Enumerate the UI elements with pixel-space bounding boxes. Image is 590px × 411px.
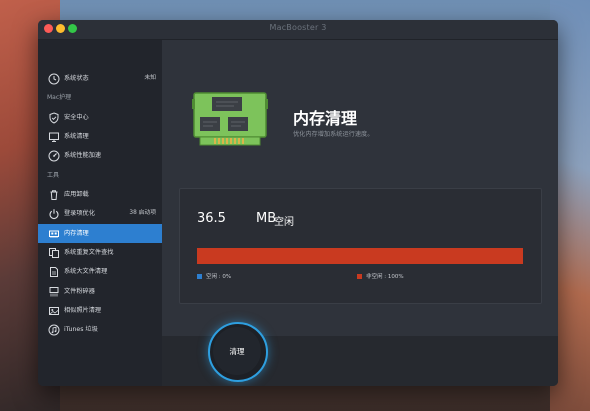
sidebar-item-label: 内存清理 — [64, 230, 89, 237]
sidebar-item-label: 文件粉碎器 — [64, 288, 95, 295]
sidebar-item-duplicate-files[interactable]: 系统重复文件查找 — [38, 243, 162, 262]
clean-button[interactable]: 清理 — [213, 327, 261, 375]
section-tools: 工具 — [47, 172, 60, 179]
sidebar-item-app-uninstall[interactable]: 应用卸载 — [38, 185, 162, 204]
power-icon — [47, 207, 60, 220]
shredder-icon — [47, 285, 60, 298]
section-mac-care: Mac护理 — [47, 94, 72, 101]
sidebar-item-performance[interactable]: 系统性能加速 — [38, 146, 162, 165]
sidebar: 系统状态 未知 Mac护理 安全中心 系统清理 系统性能加速 工具 应用卸载 登… — [38, 40, 162, 386]
monitor-icon — [47, 130, 60, 143]
photo-icon — [47, 304, 60, 317]
free-swatch — [197, 274, 202, 279]
sidebar-item-label: 系统性能加速 — [64, 152, 102, 159]
sidebar-item-memory-clean[interactable]: 内存清理 — [38, 224, 162, 243]
window-title: MacBooster 3 — [269, 23, 327, 32]
memory-usage-bar — [197, 248, 523, 264]
sidebar-item-label: 登录项优化 — [64, 210, 95, 217]
legend-free-label: 空闲 : 0% — [206, 274, 232, 280]
sidebar-item-label: 安全中心 — [64, 114, 89, 121]
duplicate-icon — [47, 246, 60, 259]
legend-used: 非空闲 : 100% — [357, 272, 404, 280]
speed-icon — [47, 149, 60, 162]
music-icon — [47, 323, 60, 336]
sidebar-item-security[interactable]: 安全中心 — [38, 108, 162, 127]
legend-free: 空闲 : 0% — [197, 272, 231, 280]
shield-icon — [47, 111, 60, 124]
sidebar-item-system-status[interactable]: 系统状态 未知 — [38, 69, 162, 88]
memory-status-panel: 36.5 MB 空闲 空闲 : 0% 非空闲 : 100% — [179, 188, 542, 304]
page-title: 内存清理 — [293, 109, 358, 128]
sidebar-item-shredder[interactable]: 文件粉碎器 — [38, 282, 162, 301]
files-icon — [47, 265, 60, 278]
sidebar-item-login-items[interactable]: 登录项优化 38 启动项 — [38, 204, 162, 223]
sidebar-item-similar-photos[interactable]: 相似照片清理 — [38, 301, 162, 320]
memory-icon — [47, 227, 60, 240]
app-window: MacBooster 3 系统状态 未知 Mac护理 安全中心 系统清理 系统性… — [38, 20, 558, 386]
memory-free-value: 36.5 — [197, 211, 226, 226]
sidebar-item-label: 系统清理 — [64, 133, 89, 140]
sidebar-item-itunes-junk[interactable]: iTunes 垃圾 — [38, 320, 162, 339]
status-badge: 未知 — [144, 75, 156, 81]
memory-chip-icon — [190, 87, 270, 151]
page-subtitle: 优化内存增加系统运行速度。 — [293, 131, 374, 138]
legend-used-label: 非空闲 : 100% — [366, 274, 404, 280]
sidebar-item-large-files[interactable]: 系统大文件清理 — [38, 262, 162, 281]
sidebar-item-label: 系统状态 — [64, 75, 89, 82]
sidebar-item-label: 应用卸载 — [64, 191, 89, 198]
sidebar-item-label: iTunes 垃圾 — [64, 326, 98, 333]
clock-icon — [47, 72, 60, 85]
sidebar-item-label: 系统大文件清理 — [64, 268, 108, 275]
memory-free-label: 空闲 — [274, 217, 294, 228]
titlebar: MacBooster 3 — [38, 20, 558, 40]
trash-icon — [47, 188, 60, 201]
used-swatch — [357, 274, 362, 279]
sidebar-item-system-clean[interactable]: 系统清理 — [38, 127, 162, 146]
memory-used-fill — [197, 248, 523, 264]
login-items-count-badge: 38 启动项 — [129, 210, 156, 216]
sidebar-item-label: 相似照片清理 — [64, 307, 102, 314]
sidebar-item-label: 系统重复文件查找 — [64, 249, 114, 256]
